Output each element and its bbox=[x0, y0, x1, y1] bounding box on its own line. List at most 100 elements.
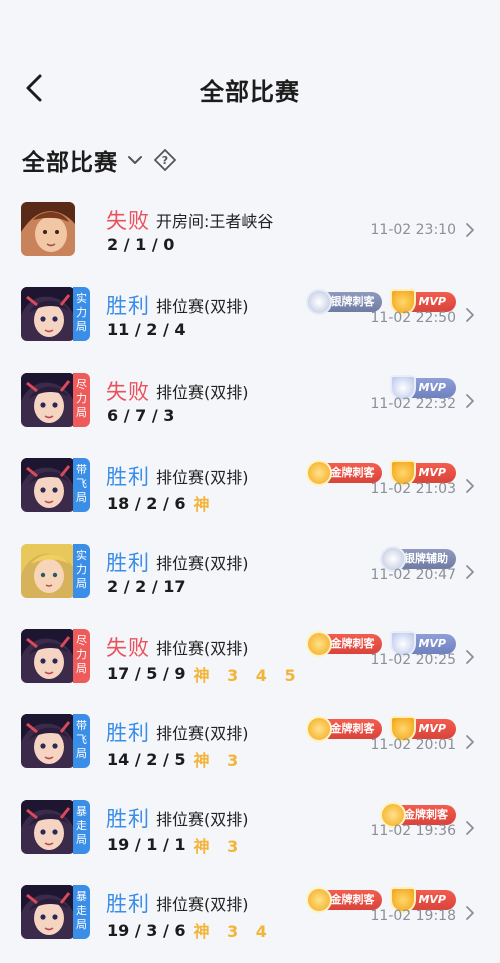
badge-group: 银牌辅助 bbox=[380, 545, 456, 572]
match-row[interactable]: 暴走局胜利 排位赛(双排) 19 / 3 / 6神 3 4 金牌刺客 MVP 11-02 … bbox=[0, 869, 500, 954]
medal-icon bbox=[306, 460, 333, 487]
match-time: 11-02 20:47 bbox=[370, 566, 456, 583]
medal-badge: 金牌刺客 bbox=[306, 887, 383, 914]
chevron-right-icon[interactable] bbox=[464, 734, 476, 750]
achievement-marks: 神 3 bbox=[193, 751, 245, 771]
kda-stats: 17 / 5 / 9 神 3 4 5 bbox=[107, 662, 302, 686]
tag-char: 走 bbox=[76, 904, 87, 918]
match-time: 11-02 21:03 bbox=[370, 481, 456, 498]
match-row[interactable]: 暴走局胜利 排位赛(双排) 19 / 1 / 1神 3 金牌刺客 11-02 19:36 bbox=[0, 784, 500, 869]
tag-char: 局 bbox=[76, 832, 87, 846]
kda-stats: 11 / 2 / 4 bbox=[107, 320, 186, 339]
match-type-tag: 尽力局 bbox=[73, 628, 90, 683]
kda-value: 2 / 1 / 0 bbox=[107, 235, 175, 254]
medal-badge: 金牌刺客 bbox=[306, 630, 383, 657]
kda-stats: 6 / 7 / 3 bbox=[107, 406, 174, 425]
kda-stats: 2 / 1 / 0 bbox=[107, 235, 174, 254]
hero-avatar bbox=[21, 372, 75, 427]
match-type-tag: 实力局 bbox=[73, 543, 90, 598]
chevron-down-icon[interactable] bbox=[126, 151, 144, 169]
match-type-tag: 暴走局 bbox=[73, 799, 90, 854]
chevron-right-icon[interactable] bbox=[464, 905, 476, 921]
hero-avatar bbox=[21, 628, 75, 683]
tag-char: 力 bbox=[76, 562, 87, 576]
achievement-marks: 神 3 4 5 bbox=[193, 665, 302, 685]
filter-label: 全部比赛 bbox=[22, 150, 118, 176]
badge-group: 金牌刺客 MVP bbox=[306, 716, 456, 743]
help-icon[interactable]: ? bbox=[154, 149, 176, 171]
tag-char: 局 bbox=[76, 661, 87, 675]
match-mode: 排位赛(双排) bbox=[156, 724, 249, 744]
badge-label: 金牌刺客 bbox=[330, 636, 375, 650]
medal-badge: 银牌刺客 bbox=[306, 289, 383, 316]
kda-value: 2 / 2 / 17 bbox=[107, 576, 186, 596]
mvp-badge: MVP bbox=[390, 630, 456, 657]
match-mode: 排位赛(双排) bbox=[156, 638, 249, 658]
tag-char: 局 bbox=[76, 491, 87, 505]
kda-value: 19 / 1 / 1 bbox=[107, 835, 186, 855]
match-row[interactable]: 尽力局失败 排位赛(双排) 17 / 5 / 9神 3 4 5 金牌刺客 MVP 11-0… bbox=[0, 613, 500, 698]
hero-avatar bbox=[21, 287, 75, 342]
chevron-right-icon[interactable] bbox=[464, 820, 476, 836]
match-row[interactable]: 实力局胜利 排位赛(双排) 2 / 2 / 17 银牌辅助 11-02 20:47 bbox=[0, 528, 500, 613]
hero-avatar bbox=[21, 714, 75, 769]
hero-avatar bbox=[21, 799, 75, 854]
match-time: 11-02 23:10 bbox=[370, 222, 456, 238]
badge-label: MVP bbox=[418, 893, 446, 907]
match-row[interactable]: 带飞局胜利 排位赛(双排) 14 / 2 / 5神 3 金牌刺客 MVP 11-02 20… bbox=[0, 698, 500, 783]
badge-group: 金牌刺客 MVP bbox=[306, 887, 456, 914]
medal-icon bbox=[306, 630, 333, 657]
match-type-tag: 带飞局 bbox=[73, 458, 90, 513]
badge-label: 金牌刺客 bbox=[404, 807, 448, 821]
tag-char: 暴 bbox=[76, 804, 87, 818]
kda-value: 11 / 2 / 4 bbox=[107, 320, 186, 340]
kda-value: 19 / 3 / 6 bbox=[107, 920, 186, 940]
medal-badge: 金牌刺客 bbox=[306, 716, 383, 743]
tag-char: 飞 bbox=[76, 477, 87, 491]
medal-icon bbox=[306, 887, 333, 914]
tag-char: 实 bbox=[76, 292, 87, 306]
tag-char: 飞 bbox=[76, 733, 87, 747]
kda-stats: 19 / 3 / 6 神 3 4 bbox=[107, 918, 273, 942]
tag-char: 带 bbox=[76, 719, 87, 733]
match-row[interactable]: 失败 开房间:王者峡谷 2 / 1 / 0 11-02 23:10 bbox=[0, 186, 500, 271]
chevron-right-icon[interactable] bbox=[464, 478, 476, 494]
match-time: 11-02 19:18 bbox=[370, 908, 456, 925]
chevron-right-icon[interactable] bbox=[464, 393, 476, 409]
medal-icon bbox=[306, 716, 333, 743]
achievement-marks: 神 3 bbox=[193, 836, 245, 856]
hero-avatar bbox=[21, 458, 75, 513]
kda-stats: 14 / 2 / 5 神 3 bbox=[107, 747, 244, 771]
kda-stats: 18 / 2 / 6 神 bbox=[107, 491, 216, 515]
match-time: 11-02 22:50 bbox=[370, 310, 456, 327]
page-title: 全部比赛 bbox=[200, 78, 300, 106]
tag-char: 局 bbox=[76, 405, 87, 419]
medal-badge: 金牌刺客 bbox=[380, 801, 456, 828]
match-time: 11-02 22:32 bbox=[370, 395, 456, 412]
badge-group: 金牌刺客 bbox=[380, 801, 456, 828]
chevron-right-icon[interactable] bbox=[464, 564, 476, 580]
hero-avatar bbox=[21, 543, 75, 598]
tag-char: 局 bbox=[76, 576, 87, 590]
medal-badge: 金牌刺客 bbox=[306, 460, 383, 487]
tag-char: 力 bbox=[76, 647, 87, 661]
svg-text:?: ? bbox=[162, 154, 168, 167]
filter-dropdown[interactable]: 全部比赛 ? bbox=[22, 140, 176, 180]
tag-char: 局 bbox=[76, 747, 87, 761]
match-mode: 排位赛(双排) bbox=[156, 382, 249, 402]
match-result: 胜利 bbox=[106, 806, 150, 831]
badge-label: MVP bbox=[418, 380, 446, 394]
tag-char: 走 bbox=[76, 818, 87, 832]
navbar: 全部比赛 bbox=[0, 56, 500, 120]
chevron-right-icon[interactable] bbox=[464, 222, 476, 238]
match-row[interactable]: 带飞局胜利 排位赛(双排) 18 / 2 / 6 神金牌刺客 MVP 11-02 21:0… bbox=[0, 442, 500, 527]
mvp-badge: MVP bbox=[390, 887, 456, 914]
match-result: 失败 bbox=[106, 379, 150, 404]
match-row[interactable]: 实力局胜利 排位赛(双排) 11 / 2 / 4 银牌刺客 MVP 11-02 22:50 bbox=[0, 271, 500, 356]
chevron-right-icon[interactable] bbox=[464, 307, 476, 323]
match-type-tag: 实力局 bbox=[73, 287, 90, 342]
match-list: 失败 开房间:王者峡谷 2 / 1 / 0 11-02 23:10 实力局胜利 排位赛(双… bbox=[0, 186, 500, 955]
match-row[interactable]: 尽力局失败 排位赛(双排) 6 / 7 / 3 MVP 11-02 22:32 bbox=[0, 357, 500, 442]
chevron-right-icon[interactable] bbox=[464, 649, 476, 665]
match-result: 胜利 bbox=[106, 892, 150, 917]
